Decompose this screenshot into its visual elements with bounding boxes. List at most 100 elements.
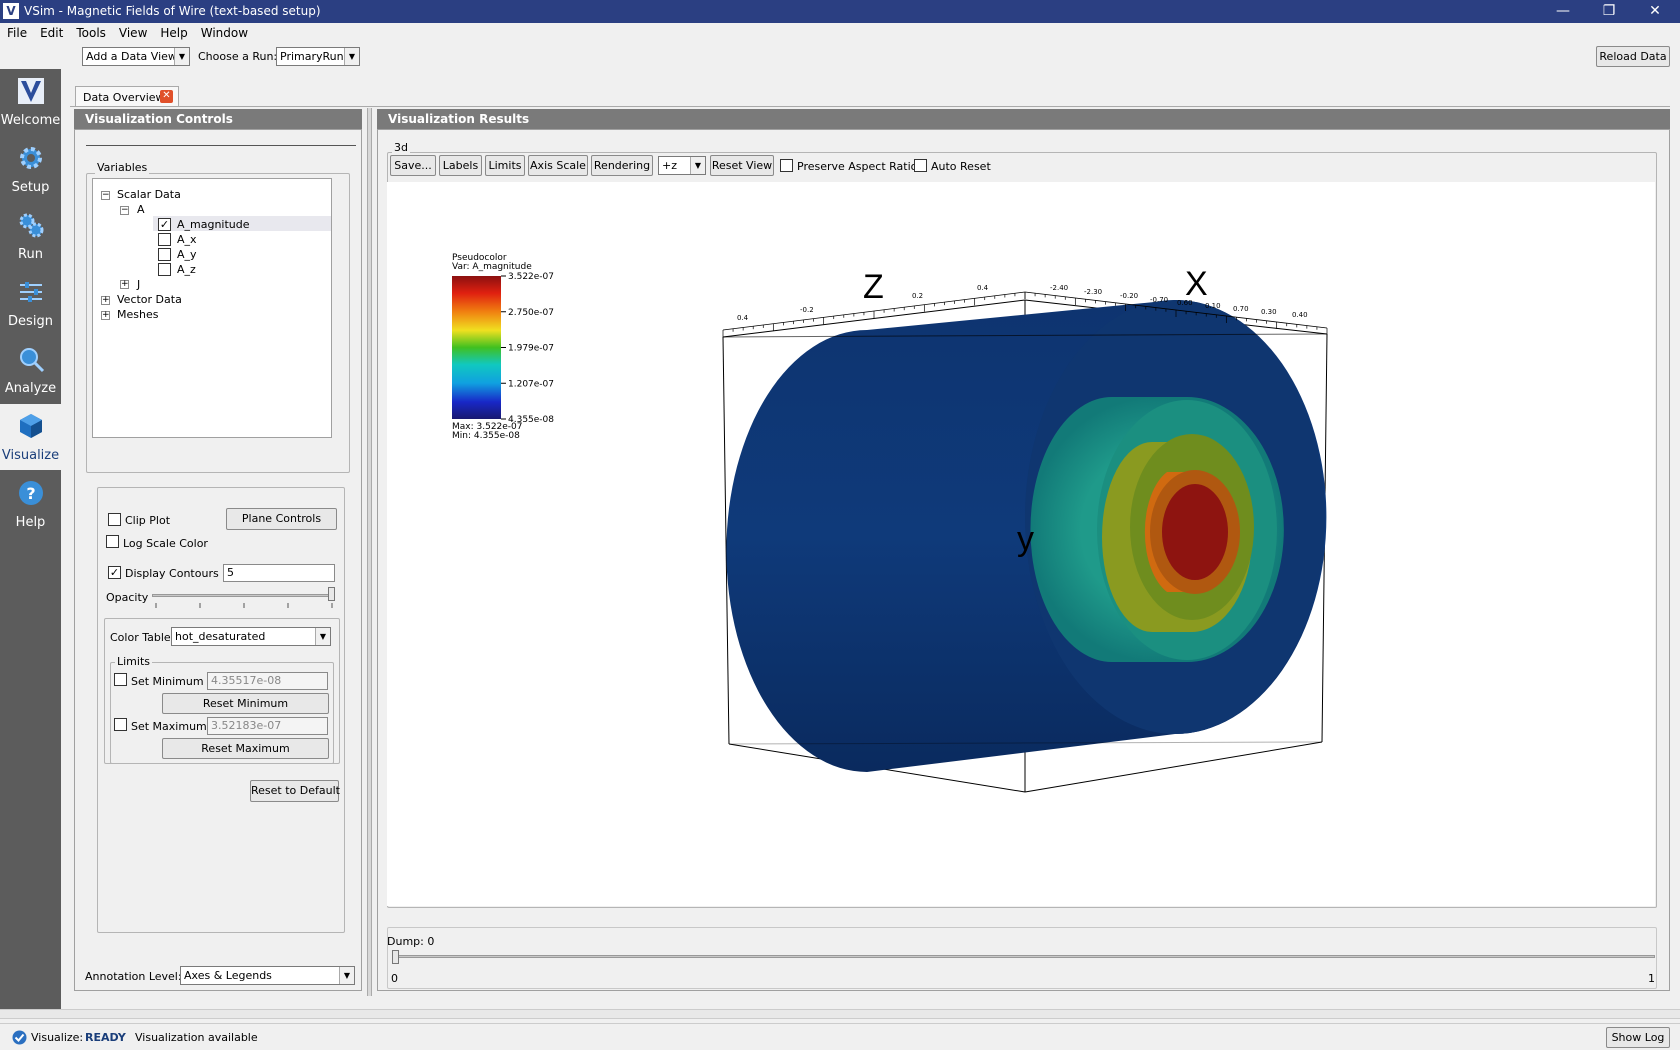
a-magnitude-checkbox[interactable]: ✓ bbox=[158, 218, 171, 231]
sidebar-item-help[interactable]: ? Help bbox=[0, 471, 61, 537]
status-bar: Visualize: READY Visualization available… bbox=[0, 1023, 1680, 1050]
dump-max-label: 1 bbox=[1648, 972, 1655, 985]
auto-reset-checkbox[interactable] bbox=[914, 159, 927, 172]
sidebar-item-label: Setup bbox=[11, 180, 50, 195]
contour-core bbox=[1162, 484, 1228, 580]
set-minimum-checkbox[interactable] bbox=[114, 673, 127, 686]
show-log-button[interactable]: Show Log bbox=[1606, 1027, 1670, 1048]
menu-tools[interactable]: Tools bbox=[69, 23, 112, 40]
sidebar-item-analyze[interactable]: Analyze bbox=[0, 337, 61, 403]
tree-node-scalar-data[interactable]: Scalar Data bbox=[117, 188, 181, 201]
cube-icon bbox=[20, 414, 42, 438]
close-window-button[interactable]: ✕ bbox=[1632, 1, 1678, 22]
expand-icon[interactable]: + bbox=[101, 296, 110, 305]
splitter-handle[interactable] bbox=[367, 108, 372, 996]
3d-group-label: 3d bbox=[392, 141, 410, 154]
a-x-checkbox[interactable] bbox=[158, 233, 171, 246]
tree-node-a-x[interactable]: A_x bbox=[177, 233, 197, 246]
sidebar-item-design[interactable]: Design bbox=[0, 270, 61, 336]
rendering-button[interactable]: Rendering bbox=[591, 155, 653, 176]
annotation-level-value: Axes & Legends bbox=[184, 969, 272, 982]
color-table-dropdown[interactable]: hot_desaturated ▼ bbox=[171, 627, 331, 646]
axis-label-y: y bbox=[1017, 520, 1034, 558]
minimize-button[interactable]: — bbox=[1540, 1, 1586, 22]
add-data-view-dropdown[interactable]: Add a Data View ▼ bbox=[82, 47, 190, 66]
sidebar-item-welcome[interactable]: Welcome bbox=[0, 69, 61, 135]
plane-controls-button[interactable]: Plane Controls bbox=[226, 508, 337, 530]
preserve-aspect-checkbox[interactable] bbox=[780, 159, 793, 172]
z-tick-label: 0.4 bbox=[737, 314, 749, 322]
contours-spinbox[interactable]: 5 bbox=[223, 564, 335, 582]
tab-data-overview[interactable]: Data Overview ✕ bbox=[75, 86, 179, 106]
controls-header: Visualization Controls bbox=[74, 109, 362, 129]
collapse-icon[interactable]: − bbox=[101, 191, 110, 200]
collapse-icon[interactable]: − bbox=[120, 206, 129, 215]
reset-maximum-button[interactable]: Reset Maximum bbox=[162, 738, 329, 759]
dump-slider-track[interactable] bbox=[393, 955, 1655, 958]
limits-button[interactable]: Limits bbox=[485, 155, 525, 176]
a-y-checkbox[interactable] bbox=[158, 248, 171, 261]
reset-view-button[interactable]: Reset View bbox=[710, 155, 774, 176]
tree-node-a-y[interactable]: A_y bbox=[177, 248, 197, 261]
opacity-slider-track[interactable] bbox=[152, 594, 334, 597]
dump-slider-handle[interactable] bbox=[392, 950, 399, 964]
minimum-input[interactable]: 4.35517e-08 bbox=[207, 672, 328, 690]
legend-ticks: 3.522e-072.750e-071.979e-071.207e-074.35… bbox=[501, 272, 554, 425]
menu-window[interactable]: Window bbox=[194, 23, 254, 40]
status-prefix: Visualize: bbox=[31, 1031, 84, 1044]
choose-run-label: Choose a Run: bbox=[198, 50, 278, 63]
display-contours-checkbox[interactable]: ✓ bbox=[108, 566, 121, 579]
menu-edit[interactable]: Edit bbox=[33, 23, 69, 40]
tree-node-a[interactable]: A bbox=[137, 203, 145, 216]
sidebar-item-setup[interactable]: Setup bbox=[0, 136, 61, 202]
tree-node-a-magnitude[interactable]: A_magnitude bbox=[177, 218, 250, 231]
x-tick-label: 0.10 bbox=[1205, 302, 1221, 310]
sidebar-item-visualize[interactable]: Visualize bbox=[0, 404, 61, 470]
clip-plot-label: Clip Plot bbox=[125, 514, 171, 527]
reset-to-default-button[interactable]: Reset to Default bbox=[250, 780, 340, 802]
axis-scale-button[interactable]: Axis Scale bbox=[528, 155, 588, 176]
check-circle-icon bbox=[12, 1030, 27, 1045]
menu-view[interactable]: View bbox=[112, 23, 153, 40]
sidebar: Welcome Setup Run Design Analyze Visuali… bbox=[0, 69, 61, 1009]
sidebar-item-label: Help bbox=[15, 515, 46, 530]
opacity-slider-handle[interactable] bbox=[328, 587, 335, 601]
reset-minimum-button[interactable]: Reset Minimum bbox=[162, 693, 329, 714]
tree-node-vector-data[interactable]: Vector Data bbox=[117, 293, 182, 306]
tree-node-meshes[interactable]: Meshes bbox=[117, 308, 158, 321]
set-maximum-checkbox[interactable] bbox=[114, 718, 127, 731]
sidebar-item-run[interactable]: Run bbox=[0, 203, 61, 269]
x-tick-label: 0.40 bbox=[1292, 311, 1308, 319]
a-z-checkbox[interactable] bbox=[158, 263, 171, 276]
x-tick-label: 0.30 bbox=[1261, 308, 1277, 316]
add-data-view-label: Add a Data View bbox=[86, 50, 177, 63]
top-toolbar: Add a Data View ▼ Choose a Run: PrimaryRu… bbox=[0, 43, 1680, 69]
menu-file[interactable]: File bbox=[0, 23, 33, 40]
x-tick-label: 0.70 bbox=[1233, 305, 1249, 313]
horizontal-scrollbar[interactable] bbox=[0, 1009, 1680, 1019]
menu-help[interactable]: Help bbox=[153, 23, 193, 40]
chevron-down-icon: ▼ bbox=[174, 48, 189, 65]
maximum-input[interactable]: 3.52183e-07 bbox=[207, 717, 328, 735]
render-view[interactable]: Z X y 0.4 -0.2 0.2 0.4 -2.40 -2.30 -0.20… bbox=[387, 182, 1655, 906]
expand-icon[interactable]: + bbox=[120, 280, 129, 289]
z-tick-label: 0.2 bbox=[912, 292, 923, 300]
reload-data-button[interactable]: Reload Data bbox=[1596, 46, 1670, 67]
x-tick-label: -2.30 bbox=[1084, 288, 1102, 296]
tree-node-j[interactable]: J bbox=[137, 278, 140, 291]
app-logo-icon: V bbox=[3, 3, 19, 19]
results-header: Visualization Results bbox=[377, 109, 1670, 129]
restore-button[interactable]: ❐ bbox=[1586, 1, 1632, 22]
labels-button[interactable]: Labels bbox=[439, 155, 482, 176]
view-direction-dropdown[interactable]: +z ▼ bbox=[658, 156, 706, 175]
variables-label: Variables bbox=[95, 161, 150, 174]
save-button[interactable]: Save... bbox=[390, 155, 436, 176]
tree-node-a-z[interactable]: A_z bbox=[177, 263, 196, 276]
run-dropdown[interactable]: PrimaryRun ▼ bbox=[276, 47, 360, 66]
tab-divider bbox=[70, 106, 1670, 107]
annotation-level-dropdown[interactable]: Axes & Legends ▼ bbox=[180, 966, 355, 985]
log-scale-checkbox[interactable] bbox=[106, 535, 119, 548]
close-tab-icon[interactable]: ✕ bbox=[160, 90, 173, 103]
expand-icon[interactable]: + bbox=[101, 311, 110, 320]
clip-plot-checkbox[interactable] bbox=[108, 513, 121, 526]
